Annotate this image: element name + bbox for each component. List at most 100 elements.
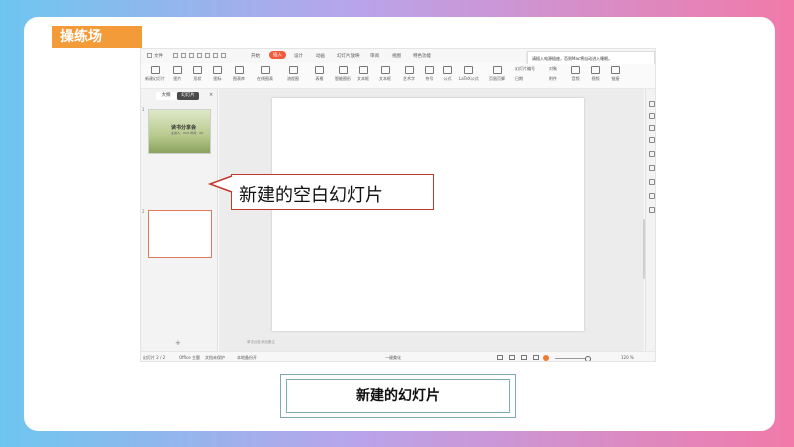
insert-ribbon: 新建幻灯片 图片 形状 图标 图表库 在线图表 流程图 表格 智能图形 文本框 …	[141, 64, 655, 89]
slide-panel: 大纲 幻灯片 × 1 读书分享会 主讲人：XXX 时间：XX 2 +	[141, 89, 218, 351]
add-slide-button[interactable]: +	[175, 339, 181, 347]
tab-view[interactable]: 视图	[392, 53, 401, 59]
slide-number-1: 1	[142, 107, 145, 112]
menu-icon[interactable]	[147, 53, 152, 58]
tab-insert[interactable]: 插入	[269, 51, 286, 59]
tab-review[interactable]: 审阅	[370, 53, 379, 59]
preview-icon[interactable]	[205, 53, 210, 58]
slide1-subtitle: 主讲人：XXX 时间：XX	[171, 131, 204, 135]
undo-icon[interactable]	[213, 53, 218, 58]
callout-text: 新建的空白幻灯片	[239, 185, 383, 206]
beautify-button[interactable]: 一键美化	[385, 355, 401, 361]
slide-thumbnail-1[interactable]: 读书分享会 主讲人：XXX 时间：XX	[148, 109, 211, 154]
slide-counter: 幻灯片 2 / 2	[143, 355, 166, 360]
backup-icon[interactable]	[649, 207, 655, 213]
editing-canvas: 单击此处添加备注	[219, 89, 644, 351]
caption-text: 新建的幻灯片	[356, 388, 440, 404]
date-button[interactable]: 日期	[515, 76, 523, 82]
sorter-view-icon[interactable]	[509, 355, 515, 360]
zoom-slider[interactable]	[555, 358, 585, 359]
chart-library-button[interactable]: 图表库	[233, 66, 245, 82]
tab-animation[interactable]: 动画	[316, 53, 325, 59]
slide-number-2: 2	[142, 209, 145, 214]
table-button[interactable]: 表格	[315, 66, 324, 82]
zoom-level[interactable]: 120 %	[621, 355, 634, 360]
tab-slideshow[interactable]: 幻灯片放映	[337, 53, 360, 59]
object-button[interactable]: 对象	[549, 66, 557, 72]
textbox-button[interactable]: 文本框	[357, 66, 369, 82]
reading-view-icon[interactable]	[521, 355, 527, 360]
fill-icon[interactable]	[649, 125, 655, 131]
textbox-icon	[358, 66, 368, 74]
caption-box: 新建的幻灯片	[280, 374, 516, 418]
table-icon	[315, 66, 324, 74]
header-footer-button[interactable]: 页眉页脚	[489, 66, 505, 82]
shape-style-icon[interactable]	[649, 113, 655, 119]
zoom-knob[interactable]	[585, 356, 591, 361]
header-footer-icon	[492, 66, 502, 74]
pi-icon	[443, 66, 452, 74]
close-panel-icon[interactable]: ×	[209, 92, 213, 98]
play-icon[interactable]	[543, 355, 549, 361]
normal-view-icon[interactable]	[497, 355, 503, 360]
video-icon	[591, 66, 600, 74]
latex-icon	[464, 66, 474, 74]
slide1-title: 读书分享会	[171, 125, 197, 131]
animation-icon[interactable]	[649, 165, 655, 171]
redo-icon[interactable]	[221, 53, 226, 58]
tab-outline[interactable]: 大纲	[156, 92, 176, 100]
online-chart-button[interactable]: 在线图表	[257, 66, 273, 82]
tab-home[interactable]: 开始	[251, 53, 260, 59]
smartart-button[interactable]: 智能图形	[335, 66, 351, 82]
align-icon[interactable]	[649, 179, 655, 185]
status-bar: 幻灯片 2 / 2 Office 主题 文档未保护 本地备份开 一键美化 120…	[141, 351, 655, 361]
wordart-button[interactable]: 艺术字	[403, 66, 415, 82]
shape-button[interactable]: 形状	[193, 66, 202, 82]
slide-thumbnail-2[interactable]	[148, 210, 212, 258]
symbol-button[interactable]: 符号	[425, 66, 434, 82]
picture-button[interactable]: 图片	[173, 66, 182, 82]
power-tooltip: 请插入电源插座，否则Mac将自动进入睡眠。	[527, 51, 655, 65]
history-icon[interactable]	[649, 193, 655, 199]
theme-name: Office 主题	[179, 355, 200, 360]
select-icon[interactable]	[649, 101, 655, 107]
blank-slide[interactable]	[272, 98, 584, 331]
new-slide-icon	[150, 66, 160, 74]
picture-icon	[173, 66, 182, 74]
online-chart-icon	[260, 66, 270, 74]
tab-design[interactable]: 设计	[294, 53, 303, 59]
print-icon[interactable]	[197, 53, 202, 58]
right-toolbar	[645, 89, 655, 351]
textbox-menu-icon	[380, 66, 390, 74]
formula-button[interactable]: 公式	[443, 66, 452, 82]
new-file-icon[interactable]	[173, 53, 178, 58]
new-slide-button[interactable]: 新建幻灯片	[145, 66, 165, 82]
slide-number-button[interactable]: 幻灯片编号	[515, 66, 535, 72]
protect-status[interactable]: 文档未保护	[205, 355, 225, 361]
omega-icon	[425, 66, 434, 74]
textbox-menu-button[interactable]: 文本框	[379, 66, 391, 82]
latex-button[interactable]: LaTeX公式	[459, 66, 479, 82]
icons-icon	[213, 66, 222, 74]
smartart-icon	[338, 66, 348, 74]
notes-view-icon[interactable]	[533, 355, 539, 360]
shape-icon	[193, 66, 202, 74]
wordart-icon	[404, 66, 414, 74]
attachment-button[interactable]: 附件	[549, 76, 557, 82]
backup-status[interactable]: 本地备份开	[237, 355, 257, 361]
tab-special-features[interactable]: 特色功能	[413, 53, 431, 59]
video-button[interactable]: 视频	[591, 66, 600, 82]
audio-button[interactable]: 音频	[571, 66, 580, 82]
notes-placeholder[interactable]: 单击此处添加备注	[247, 340, 275, 345]
menu-file[interactable]: 文件	[154, 53, 163, 59]
icons-button[interactable]: 图标	[213, 66, 222, 82]
tab-slides[interactable]: 幻灯片	[177, 92, 199, 100]
layers-icon[interactable]	[649, 151, 655, 157]
effects-icon[interactable]	[649, 137, 655, 143]
link-button[interactable]: 链接	[611, 66, 620, 82]
open-icon[interactable]	[181, 53, 186, 58]
flowchart-icon	[288, 66, 298, 74]
flowchart-button[interactable]: 流程图	[287, 66, 299, 82]
save-icon[interactable]	[189, 53, 194, 58]
audio-icon	[571, 66, 580, 74]
